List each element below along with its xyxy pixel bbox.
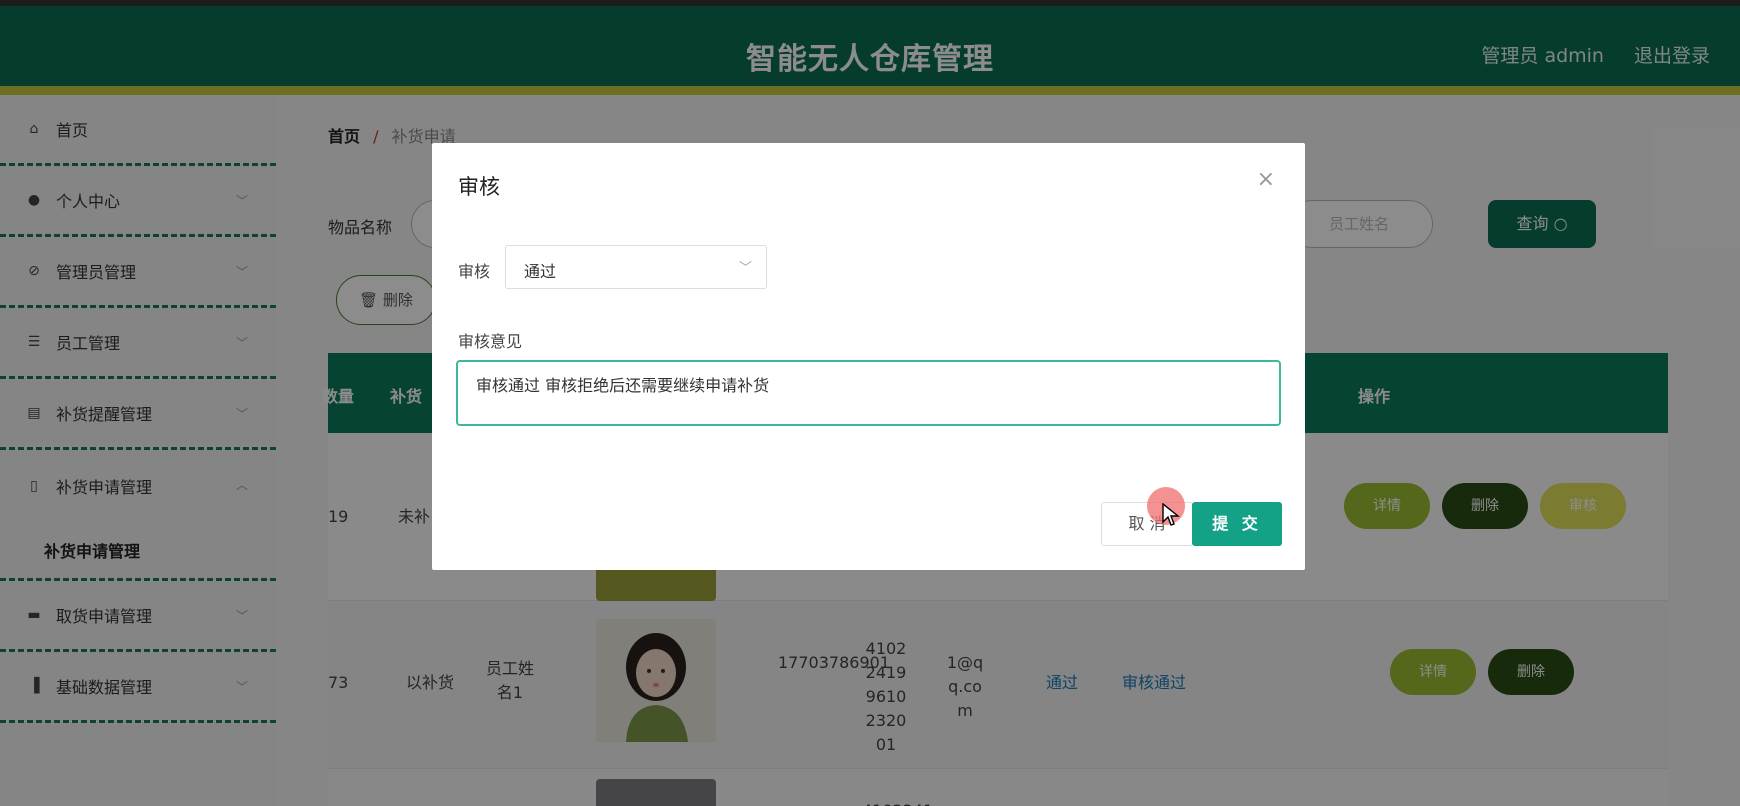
chevron-down-icon: ﹀ xyxy=(738,261,752,276)
dialog-title: 审核 xyxy=(458,175,500,199)
audit-field-label: 审核 xyxy=(458,262,491,281)
mouse-cursor-icon xyxy=(1162,503,1180,526)
close-icon[interactable]: × xyxy=(1257,167,1275,192)
audit-note-label: 审核意见 xyxy=(458,332,523,351)
audit-note-textarea[interactable] xyxy=(456,360,1281,426)
app-root: 智能无人仓库管理 管理员 admin 退出登录 ⌂ 首页 ● 个人中心 ﹀ ⊘ … xyxy=(0,0,1740,806)
audit-dialog: 审核 × 审核 通过 ﹀ 审核意见 取 消 提 交 xyxy=(432,143,1305,570)
audit-select[interactable]: 通过 ﹀ xyxy=(505,245,767,289)
audit-select-value: 通过 xyxy=(524,262,557,281)
submit-button[interactable]: 提 交 xyxy=(1192,502,1282,546)
